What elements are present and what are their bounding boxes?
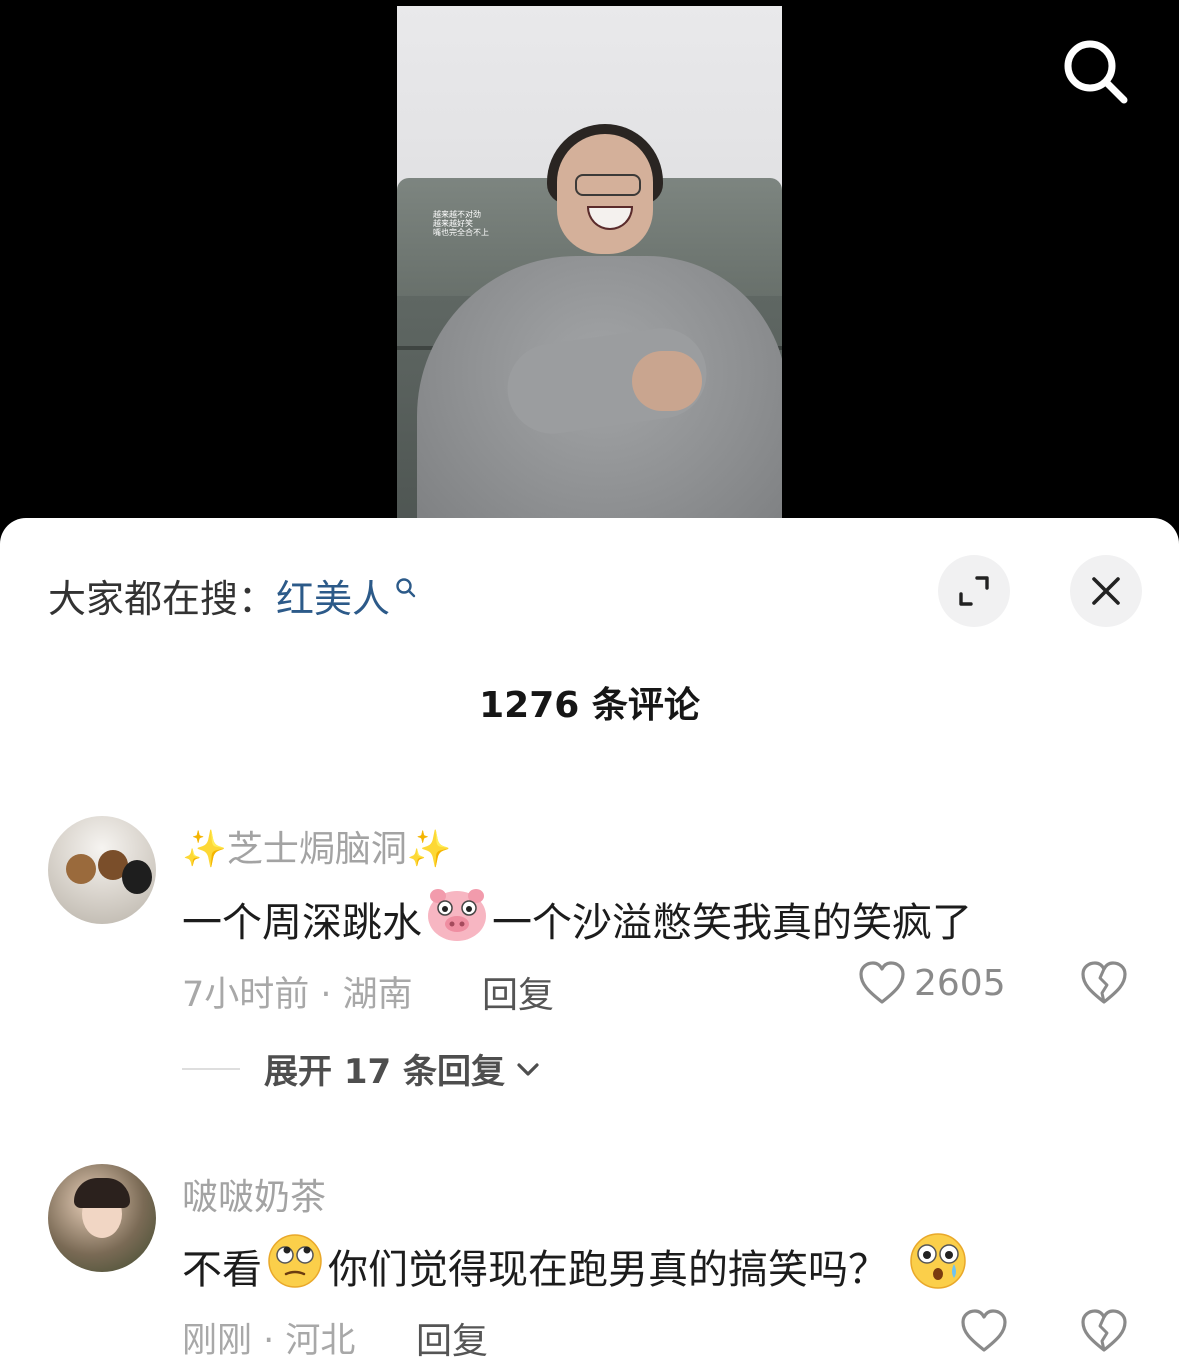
- divider-line: [182, 1067, 240, 1070]
- comment-meta: 7小时前 · 湖南: [182, 975, 413, 1015]
- hot-search-prefix: 大家都在搜：: [48, 577, 277, 621]
- video-caption-line: 越来越不对劲: [433, 210, 481, 219]
- comment-count: 1276 条评论: [479, 685, 700, 726]
- avatar[interactable]: [48, 1164, 156, 1272]
- like-count: 2605: [914, 962, 1006, 1004]
- video-caption-line: 嘴也完全合不上: [433, 228, 489, 237]
- hot-search-keyword[interactable]: 红美人: [276, 568, 390, 623]
- comment-item: 啵啵奶茶 不看 你们觉得现在跑男真的搞笑吗？ 刚刚 · 河北 回复: [0, 1158, 1179, 1365]
- person-glasses: [575, 174, 641, 196]
- comment-text: 不看 你们觉得现在跑男真的搞笑吗？: [182, 1232, 968, 1300]
- comment-item: ✨芝士焗脑洞✨ 一个周深跳水 一个沙溢憋笑我真的笑疯了 7小时前 · 湖南 回复…: [0, 808, 1179, 1128]
- dislike-button[interactable]: [1080, 1308, 1128, 1358]
- comment-text: 一个周深跳水 一个沙溢憋笑我真的笑疯了: [182, 886, 972, 952]
- avatar-hair: [74, 1178, 130, 1208]
- comment-text-part: 不看: [182, 1247, 262, 1293]
- dislike-button[interactable]: [1080, 960, 1128, 1010]
- username[interactable]: 啵啵奶茶: [182, 1168, 326, 1220]
- shocked-emoji: [908, 1232, 968, 1300]
- fullscreen-button[interactable]: [938, 555, 1010, 627]
- expand-replies-label: 展开 17 条回复: [264, 1052, 505, 1092]
- hot-search-bar[interactable]: 大家都在搜： 红美人: [48, 568, 418, 623]
- chevron-down-icon: [517, 1062, 539, 1076]
- comment-panel: 大家都在搜： 红美人 1276 条评论 ✨芝士焗脑洞✨ 一个周深跳水 一个沙溢憋…: [0, 518, 1179, 1365]
- video-caption-line: 越来越好笑: [433, 219, 473, 228]
- broken-heart-icon: [1081, 961, 1127, 1004]
- avatar[interactable]: [48, 816, 156, 924]
- video-frame[interactable]: 越来越不对劲 越来越好笑 嘴也完全合不上: [397, 6, 782, 530]
- reply-button[interactable]: 回复: [416, 1312, 488, 1364]
- heart-icon: [859, 961, 905, 1004]
- close-icon: [1092, 577, 1120, 605]
- dog-figure: [66, 854, 96, 884]
- heart-icon: [961, 1309, 1007, 1352]
- comment-text-part: 一个沙溢憋笑我真的笑疯了: [492, 900, 972, 946]
- video-player[interactable]: 越来越不对劲 越来越好笑 嘴也完全合不上: [0, 0, 1179, 530]
- username[interactable]: ✨芝士焗脑洞✨: [182, 820, 452, 872]
- eye-roll-emoji: [266, 1233, 324, 1299]
- close-button[interactable]: [1070, 555, 1142, 627]
- person-hands: [632, 351, 702, 411]
- dog-figure: [122, 860, 152, 894]
- comment-text-part: 你们觉得现在跑男真的搞笑吗？: [328, 1247, 888, 1293]
- like-button[interactable]: 2605: [858, 960, 1006, 1006]
- like-button[interactable]: [960, 1308, 1008, 1354]
- comment-text-part: 一个周深跳水: [182, 900, 422, 946]
- comment-meta: 刚刚 · 河北: [182, 1321, 356, 1361]
- video-caption: 越来越不对劲 越来越好笑 嘴也完全合不上: [433, 210, 553, 237]
- small-search-icon: [394, 565, 418, 609]
- expand-replies-button[interactable]: 展开 17 条回复: [182, 1044, 543, 1093]
- broken-heart-icon: [1081, 1309, 1127, 1352]
- fullscreen-icon: [959, 576, 989, 606]
- search-icon[interactable]: [1060, 36, 1130, 106]
- reply-button[interactable]: 回复: [482, 966, 554, 1018]
- pig-emoji: [426, 886, 488, 952]
